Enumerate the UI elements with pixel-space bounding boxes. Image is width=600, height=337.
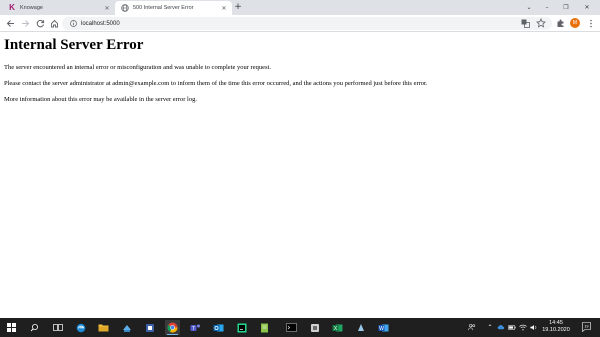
menu-dots-icon[interactable]: [586, 18, 596, 28]
profile-avatar[interactable]: M: [570, 18, 580, 28]
battery-icon[interactable]: [508, 323, 516, 331]
app-icon[interactable]: [142, 320, 157, 335]
chrome-icon[interactable]: [165, 320, 180, 335]
tab-title: 500 Internal Server Error: [133, 5, 194, 11]
globe-icon: [121, 4, 129, 12]
edge-icon[interactable]: [73, 320, 88, 335]
close-tab-icon[interactable]: ✕: [220, 5, 228, 12]
svg-text:W: W: [379, 325, 384, 331]
task-view-icon[interactable]: [50, 320, 65, 335]
new-tab-button[interactable]: +: [233, 2, 243, 13]
extensions-puzzle-icon[interactable]: [555, 18, 565, 28]
chevron-up-icon[interactable]: ⌃: [486, 323, 494, 331]
tab-error[interactable]: 500 Internal Server Error ✕: [115, 1, 232, 15]
translate-icon[interactable]: [520, 18, 530, 28]
error-paragraph: The server encountered an internal error…: [4, 64, 271, 71]
address-bar[interactable]: localhost:5000: [62, 17, 552, 30]
browser-toolbar: localhost:5000 M: [0, 15, 600, 32]
teams-icon[interactable]: T: [188, 320, 203, 335]
tab-knowage[interactable]: K Knowage ✕: [2, 1, 115, 15]
app-icon[interactable]: [307, 320, 322, 335]
reload-icon[interactable]: [34, 17, 46, 29]
chevron-down-icon[interactable]: ⌄: [520, 0, 538, 14]
taskbar: T X W ⌃ 14:45 19.10.2020 19: [0, 318, 600, 337]
forward-icon[interactable]: [19, 17, 31, 29]
excel-icon[interactable]: X: [330, 320, 345, 335]
restore-icon[interactable]: ❐: [557, 0, 575, 14]
app-icon[interactable]: [119, 320, 134, 335]
file-explorer-icon[interactable]: [96, 320, 111, 335]
url-text: localhost:5000: [81, 20, 120, 27]
system-clock[interactable]: 14:45 19.10.2020: [540, 320, 572, 334]
page-content: Internal Server Error The server encount…: [0, 33, 600, 318]
tab-title: Knowage: [20, 5, 43, 11]
pycharm-icon[interactable]: [234, 320, 249, 335]
people-icon[interactable]: [468, 323, 476, 331]
notepad-icon[interactable]: [257, 320, 272, 335]
clock-time: 14:45: [549, 320, 563, 326]
knowage-k-icon: K: [8, 4, 16, 12]
outlook-icon[interactable]: [211, 320, 226, 335]
volume-icon[interactable]: [530, 323, 538, 331]
start-icon[interactable]: [4, 320, 19, 335]
search-icon[interactable]: [27, 320, 42, 335]
info-icon[interactable]: [69, 20, 77, 28]
clock-date: 19.10.2020: [542, 327, 570, 333]
terminal-icon[interactable]: [284, 320, 299, 335]
svg-text:T: T: [192, 325, 195, 331]
notification-count: 19: [585, 325, 589, 329]
home-icon[interactable]: [48, 17, 60, 29]
info-paragraph: More information about this error may be…: [4, 96, 197, 103]
cloud-icon[interactable]: [497, 323, 505, 331]
active-app-indicator: [167, 334, 178, 335]
wifi-icon[interactable]: [519, 323, 527, 331]
word-icon[interactable]: W: [376, 320, 391, 335]
contact-paragraph: Please contact the server administrator …: [4, 80, 428, 87]
bookmark-star-icon[interactable]: [536, 18, 546, 28]
minimize-icon[interactable]: –: [538, 0, 556, 14]
app-icon[interactable]: [353, 320, 368, 335]
notification-center-icon[interactable]: 19: [582, 322, 591, 332]
close-window-icon[interactable]: ✕: [578, 0, 596, 14]
close-tab-icon[interactable]: ✕: [103, 5, 111, 12]
favicon-letter: K: [9, 3, 15, 12]
tab-strip: K Knowage ✕ 500 Internal Server Error ✕ …: [0, 0, 600, 15]
back-icon[interactable]: [4, 17, 16, 29]
page-title: Internal Server Error: [4, 37, 144, 53]
